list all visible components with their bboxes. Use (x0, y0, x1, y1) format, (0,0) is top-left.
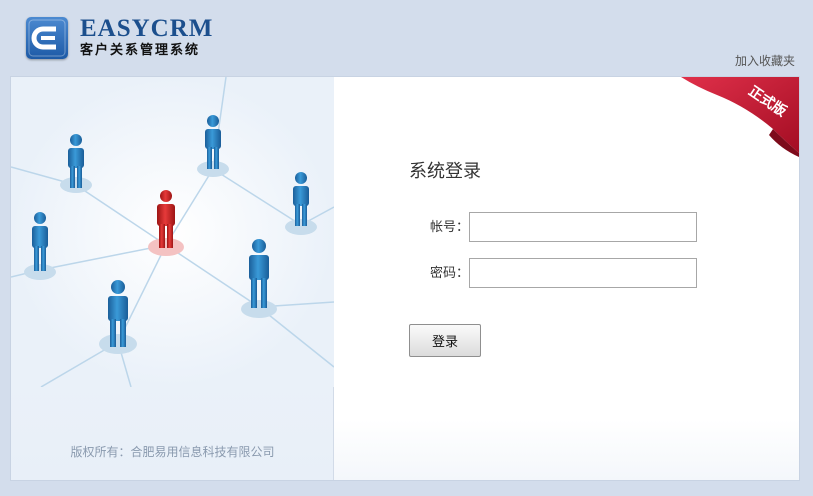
login-button[interactable]: 登录 (409, 324, 481, 357)
header: EASYCRM 客户关系管理系统 加入收藏夹 (0, 0, 813, 76)
brand-subtitle: 客户关系管理系统 (80, 43, 201, 58)
add-bookmark-link[interactable]: 加入收藏夹 (735, 53, 795, 69)
logo-e-icon (26, 17, 68, 59)
ribbon-icon: 正式版 (681, 77, 799, 157)
network-illustration-panel: 版权所有：合肥易用信息科技有限公司 (11, 77, 334, 480)
login-panel: 正式版 系统登录 帐号： 密码： 登录 (334, 77, 799, 480)
login-title: 系统登录 (409, 161, 481, 182)
password-label: 密码： (429, 266, 469, 281)
network-illustration (11, 77, 334, 387)
account-label: 帐号： (429, 220, 469, 235)
brand-name: EASYCRM (80, 15, 214, 42)
copyright-text: 版权所有：合肥易用信息科技有限公司 (70, 445, 275, 459)
login-card: 版权所有：合肥易用信息科技有限公司 正式版 系统登录 帐号： 密码： 登录 (10, 76, 800, 481)
password-input[interactable] (469, 258, 697, 288)
account-input[interactable] (469, 212, 697, 242)
